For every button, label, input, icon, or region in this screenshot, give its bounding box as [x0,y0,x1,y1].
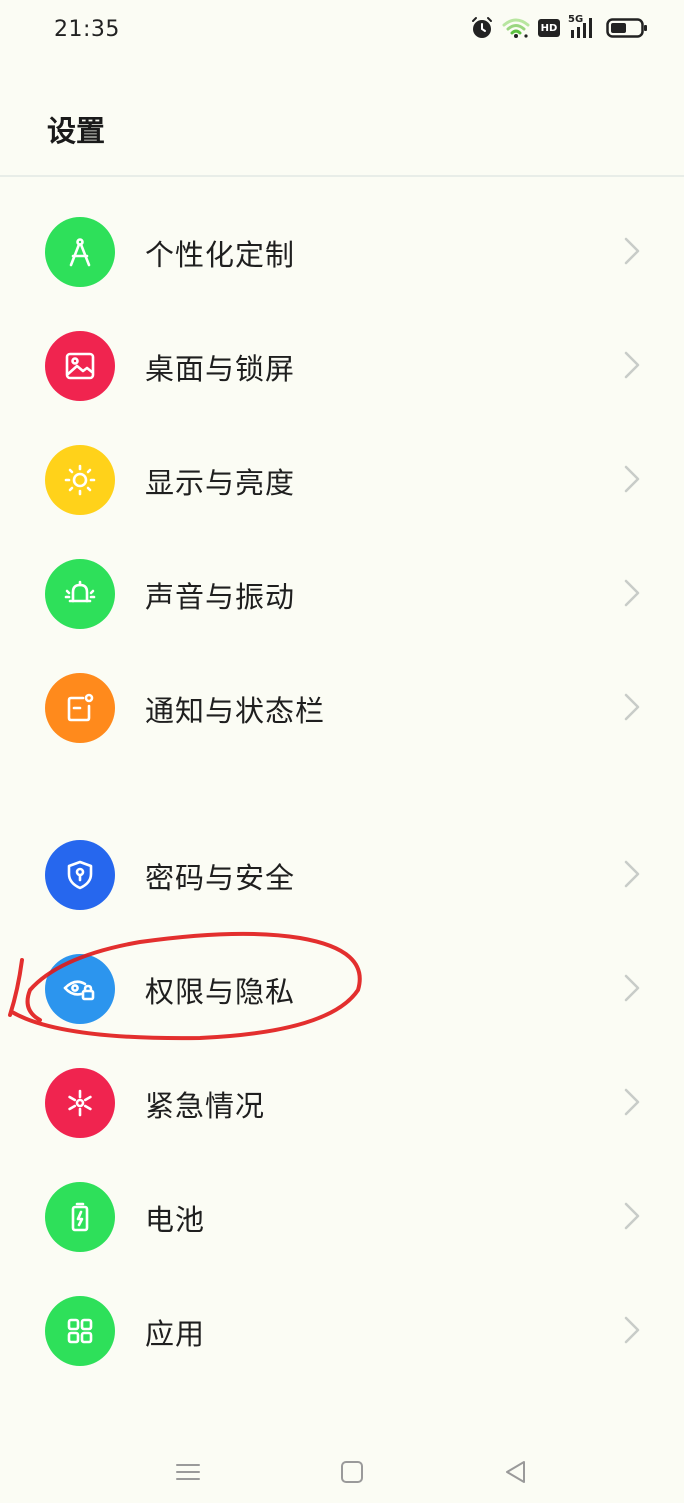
settings-item-password-security[interactable]: 密码与安全 [0,818,684,932]
status-icons: HD 5G [470,14,648,40]
settings-item-label: 紧急情况 [145,1089,266,1123]
back-icon[interactable] [502,1458,530,1490]
compass-icon [45,217,115,287]
settings-item-notifications[interactable]: 通知与状态栏 [0,651,684,765]
settings-item-permissions-privacy[interactable]: 权限与隐私 [0,932,684,1046]
picture-icon [45,331,115,401]
settings-item-label: 电池 [145,1203,206,1237]
page-title: 设置 [47,114,106,148]
chevron-right-icon [624,465,640,497]
settings-item-label: 显示与亮度 [145,466,296,500]
chevron-right-icon [624,237,640,269]
settings-item-label: 权限与隐私 [145,975,296,1009]
5g-signal-icon: 5G [568,14,598,40]
chevron-right-icon [624,351,640,383]
settings-item-label: 声音与振动 [145,580,296,614]
sun-icon [45,445,115,515]
chevron-right-icon [624,1316,640,1348]
settings-item-apps[interactable]: 应用 [0,1274,684,1388]
settings-item-label: 应用 [145,1317,206,1351]
shield-icon [45,840,115,910]
settings-item-label: 通知与状态栏 [145,694,326,728]
chevron-right-icon [624,693,640,725]
settings-item-battery[interactable]: 电池 [0,1160,684,1274]
settings-item-display-brightness[interactable]: 显示与亮度 [0,423,684,537]
settings-item-emergency[interactable]: 紧急情况 [0,1046,684,1160]
battery-icon [606,17,648,39]
settings-item-personalization[interactable]: 个性化定制 [0,195,684,309]
hd-label: HD [540,22,558,34]
eye-lock-icon [45,954,115,1024]
settings-item-label: 桌面与锁屏 [145,352,296,386]
settings-item-desktop-lockscreen[interactable]: 桌面与锁屏 [0,309,684,423]
alarm-icon [470,16,494,40]
settings-item-label: 密码与安全 [145,861,296,895]
hd-icon: HD [538,19,560,37]
header-divider [0,175,684,177]
header: 设置 [0,62,684,176]
status-time: 21:35 [54,17,120,42]
chevron-right-icon [624,1202,640,1234]
bell-icon [45,559,115,629]
asterisk-icon [45,1068,115,1138]
wifi-icon [502,17,530,39]
status-bar: 21:35 HD 5G [0,0,684,62]
notification-icon [45,673,115,743]
chevron-right-icon [624,1088,640,1120]
chevron-right-icon [624,974,640,1006]
home-icon[interactable] [338,1458,366,1490]
menu-icon[interactable] [174,1458,202,1490]
settings-item-label: 个性化定制 [145,238,296,272]
apps-grid-icon [45,1296,115,1366]
navigation-bar [0,1450,684,1503]
chevron-right-icon [624,860,640,892]
chevron-right-icon [624,579,640,611]
settings-item-sound-vibration[interactable]: 声音与振动 [0,537,684,651]
battery-charge-icon [45,1182,115,1252]
